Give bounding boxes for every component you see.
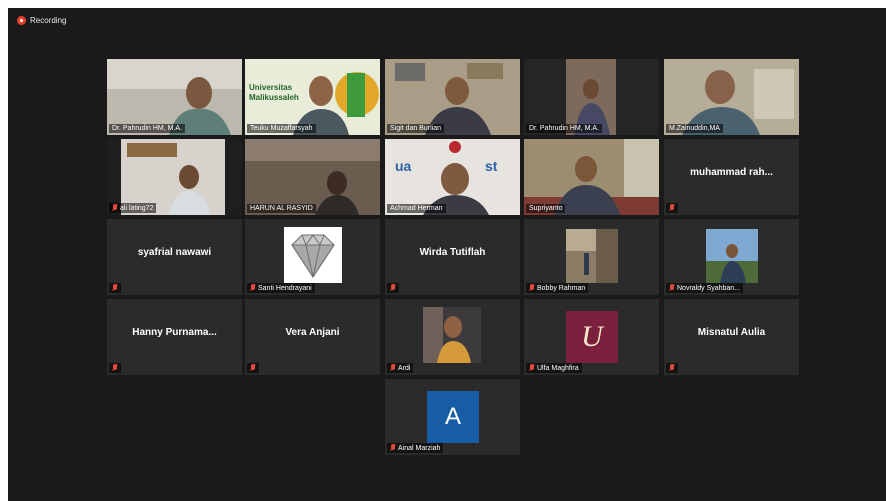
svg-text:st: st [485, 158, 498, 174]
participant-name-label: Santi Hendrayani [247, 283, 315, 293]
participant-tile[interactable]: Dr. Pahrudin HM, M.A. [107, 59, 242, 135]
profile-photo [706, 229, 758, 283]
participant-tile[interactable]: Hanny Purnama... [107, 299, 242, 375]
participant-display-name: Wirda Tutiflah [419, 246, 486, 258]
muted-mic-icon [250, 284, 256, 292]
participant-name-label: Teuku Muzaffarsyah [247, 124, 316, 133]
muted-mic-icon [112, 364, 118, 372]
participant-tile[interactable]: ali lating72 [107, 139, 242, 215]
participant-name-label: HARUN AL RASYID [247, 204, 316, 213]
participant-name: HARUN AL RASYID [250, 205, 313, 212]
participant-name-label: Achmad Herman [387, 204, 446, 213]
participant-name: Novraldy Syahban... [677, 284, 741, 292]
participant-tile[interactable]: Vera Anjani [245, 299, 380, 375]
participant-tile[interactable]: ua st Achmad Herman [385, 139, 520, 215]
participant-name-label: ali lating72 [109, 203, 157, 213]
participant-display-name: Vera Anjani [285, 326, 340, 338]
participant-name-label: Novraldy Syahban... [666, 283, 744, 293]
participant-name-label: Bobby Rahman [526, 283, 589, 293]
participant-tile[interactable]: Wirda Tutiflah [385, 219, 520, 295]
participant-name-label: Dr. Pahrudin HM, M.A. [526, 124, 603, 133]
banner-text: Universitas Malikussaleh [249, 83, 299, 102]
participant-name: Santi Hendrayani [258, 284, 312, 292]
participant-name-label: Sigit dan Burlian [387, 124, 444, 133]
muted-mic-icon [390, 364, 396, 372]
participant-display-name: muhammad rah... [690, 166, 773, 178]
participant-tile[interactable]: M.Zainuddin,MA [664, 59, 799, 135]
participant-tile[interactable]: syafrial nawawi [107, 219, 242, 295]
participant-name: Ulfa Maghfira [537, 364, 579, 372]
participant-name-label: M.Zainuddin,MA [666, 124, 723, 133]
profile-photo [566, 229, 618, 283]
participant-name: Supriyanto [529, 205, 563, 212]
initial-avatar: U [566, 311, 618, 363]
participant-name: Dr. Pahrudin HM, M.A. [112, 125, 183, 132]
muted-mic-icon [112, 204, 118, 212]
participant-name-label [666, 203, 678, 213]
svg-text:ua: ua [395, 158, 412, 174]
muted-mic-icon [669, 364, 675, 372]
participant-tile[interactable]: A Ainal Marziah [385, 379, 520, 455]
participant-name-label: Dr. Pahrudin HM, M.A. [109, 124, 186, 133]
diamond-icon [284, 227, 342, 283]
recording-label: Recording [30, 16, 67, 25]
participant-name-label: Supriyanto [526, 204, 566, 213]
participant-name: ali lating72 [120, 204, 154, 212]
profile-photo [423, 307, 481, 363]
participant-name: Ardi [398, 364, 411, 372]
initial-avatar: A [427, 391, 479, 443]
participant-tile[interactable]: Dr. Pahrudin HM, M.A. [524, 59, 659, 135]
participant-name-label [247, 363, 259, 373]
participant-tile[interactable]: Supriyanto [524, 139, 659, 215]
participant-name-label: Ardi [387, 363, 414, 373]
participant-name-label: Ainal Marziah [387, 443, 444, 453]
muted-mic-icon [112, 284, 118, 292]
record-dot-icon [17, 16, 26, 25]
participant-display-name: Misnatul Aulia [697, 326, 766, 338]
muted-mic-icon [669, 284, 675, 292]
participant-name-label [387, 283, 399, 293]
muted-mic-icon [390, 444, 396, 452]
participant-name-label [109, 363, 121, 373]
participant-name: Achmad Herman [390, 205, 443, 212]
participant-display-name: syafrial nawawi [137, 246, 212, 258]
participant-tile-active-speaker[interactable]: Universitas Malikussaleh Teuku Muzaffars… [245, 59, 380, 135]
participant-tile[interactable]: muhammad rah... [664, 139, 799, 215]
participant-name: M.Zainuddin,MA [669, 125, 720, 132]
participant-tile[interactable]: Novraldy Syahban... [664, 219, 799, 295]
meeting-window: Recording Dr. Pahrudin HM, M.A. Universi… [8, 8, 886, 501]
participant-display-name: Hanny Purnama... [132, 326, 217, 338]
participant-tile[interactable]: Santi Hendrayani [245, 219, 380, 295]
muted-mic-icon [250, 364, 256, 372]
participant-name: Teuku Muzaffarsyah [250, 125, 313, 132]
participant-name-label: Ulfa Maghfira [526, 363, 582, 373]
participant-tile[interactable]: Ardi [385, 299, 520, 375]
participant-name: Ainal Marziah [398, 444, 441, 452]
participant-tile[interactable]: Misnatul Aulia [664, 299, 799, 375]
participant-tile[interactable]: Sigit dan Burlian [385, 59, 520, 135]
participant-tile[interactable]: HARUN AL RASYID [245, 139, 380, 215]
participant-tile[interactable]: U Ulfa Maghfira [524, 299, 659, 375]
muted-mic-icon [529, 284, 535, 292]
participant-name-label [666, 363, 678, 373]
participant-name-label [109, 283, 121, 293]
muted-mic-icon [390, 284, 396, 292]
participant-name: Sigit dan Burlian [390, 125, 441, 132]
participant-name: Bobby Rahman [537, 284, 586, 292]
muted-mic-icon [529, 364, 535, 372]
recording-indicator: Recording [17, 16, 66, 25]
muted-mic-icon [669, 204, 675, 212]
participant-tile[interactable]: Bobby Rahman [524, 219, 659, 295]
participant-name: Dr. Pahrudin HM, M.A. [529, 125, 600, 132]
